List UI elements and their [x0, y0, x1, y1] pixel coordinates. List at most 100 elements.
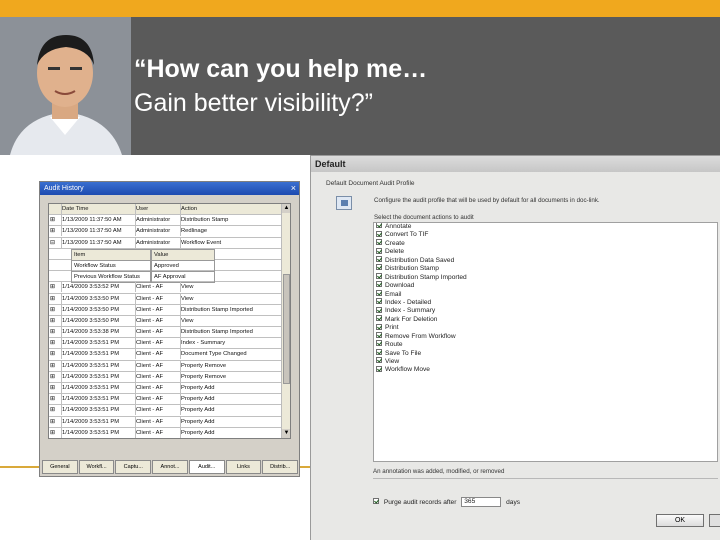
- detail-key: Item: [71, 248, 151, 261]
- tab-links[interactable]: Links: [225, 460, 262, 474]
- grid-header-row[interactable]: Date Time User Action: [49, 204, 290, 216]
- table-row[interactable]: ⊞ 1/13/2009 11:37:50 AM Administrator Redli…: [49, 226, 290, 238]
- expand-toggle-icon[interactable]: ⊞: [50, 417, 60, 427]
- action-checkbox[interactable]: [376, 230, 382, 237]
- list-item[interactable]: Distribution Stamp: [374, 264, 717, 273]
- action-checkbox[interactable]: [376, 357, 382, 364]
- list-item[interactable]: Index - Detailed: [374, 298, 717, 307]
- expand-toggle-icon[interactable]: ⊞: [50, 372, 60, 382]
- tab-workfl[interactable]: Workfl...: [78, 460, 115, 474]
- list-item[interactable]: Download: [374, 281, 717, 290]
- action-label: Print: [385, 324, 399, 332]
- grid-cell: Client - AF: [135, 327, 177, 338]
- table-row[interactable]: ⊞ 1/14/2009 3:53:50 PM Client - AF View: [49, 293, 290, 305]
- cancel-button-edge[interactable]: [709, 514, 720, 527]
- table-row[interactable]: ⊞ 1/14/2009 3:53:51 PM Client - AF Index - …: [49, 338, 290, 350]
- list-item[interactable]: Annotate: [374, 223, 717, 231]
- table-row[interactable]: ⊞ 1/14/2009 3:53:51 PM Client - AF Property…: [49, 416, 290, 428]
- ok-button[interactable]: OK: [656, 514, 704, 527]
- action-checkbox[interactable]: [376, 264, 382, 271]
- action-checkbox[interactable]: [376, 348, 382, 355]
- action-checkbox[interactable]: [376, 331, 382, 338]
- list-item[interactable]: Workflow Move: [374, 365, 717, 374]
- close-icon[interactable]: ×: [291, 182, 296, 195]
- expand-toggle-icon[interactable]: ⊞: [50, 282, 60, 292]
- list-item[interactable]: Save To File: [374, 348, 717, 358]
- table-row[interactable]: ⊞ 1/14/2009 3:53:38 PM Client - AF Distribu…: [49, 327, 290, 339]
- expand-toggle-icon[interactable]: ⊞: [50, 394, 60, 404]
- table-row[interactable]: ⊞ 1/14/2009 3:53:51 PM Client - AF Property…: [49, 427, 290, 438]
- list-item[interactable]: Email: [374, 289, 717, 299]
- table-row[interactable]: ⊟ 1/13/2009 11:37:50 AM Administrator Workf…: [49, 237, 290, 249]
- expand-toggle-icon[interactable]: ⊞: [50, 305, 60, 315]
- action-checkbox[interactable]: [376, 239, 382, 246]
- table-row[interactable]: ⊞ 1/14/2009 3:53:51 PM Client - AF Property…: [49, 383, 290, 395]
- audit-grid-scrollbar[interactable]: ▲ ▼: [281, 204, 290, 438]
- action-checkbox[interactable]: [376, 256, 382, 262]
- grid-cell: 1/14/2009 3:53:50 PM: [61, 293, 133, 304]
- expand-toggle-icon[interactable]: ⊞: [50, 327, 60, 337]
- purge-checkbox[interactable]: [373, 498, 379, 504]
- expand-toggle-icon[interactable]: ⊞: [50, 383, 60, 393]
- detail-key: Previous Workflow Status: [71, 271, 151, 284]
- grid-cell: Administrator: [135, 237, 177, 248]
- header-divider: [0, 155, 310, 157]
- table-row[interactable]: ⊞ 1/14/2009 3:53:50 PM Client - AF View: [49, 315, 290, 328]
- tab-distrib[interactable]: Distrib...: [262, 460, 299, 474]
- expand-toggle-icon[interactable]: ⊟: [50, 238, 60, 248]
- expand-toggle-icon[interactable]: ⊞: [50, 349, 60, 359]
- scroll-up-icon[interactable]: ▲: [282, 204, 290, 213]
- action-checkbox[interactable]: [376, 298, 382, 305]
- purge-days-input[interactable]: 365: [461, 497, 502, 507]
- tab-general[interactable]: General: [42, 460, 78, 474]
- scroll-down-icon[interactable]: ▼: [282, 429, 290, 438]
- action-label: Index - Detailed: [385, 298, 432, 306]
- action-checkbox[interactable]: [376, 223, 382, 229]
- action-checkbox[interactable]: [376, 340, 382, 347]
- expand-toggle-icon[interactable]: ⊞: [50, 294, 60, 304]
- tab-annot[interactable]: Annot...: [152, 460, 188, 474]
- list-item[interactable]: Print: [374, 323, 717, 332]
- tab-captu[interactable]: Captu...: [115, 460, 152, 474]
- detail-value: Value: [151, 248, 215, 261]
- table-row[interactable]: ⊞ 1/14/2009 3:53:51 PM Client - AF Property…: [49, 405, 290, 417]
- action-checkbox[interactable]: [376, 289, 382, 296]
- list-item[interactable]: View: [374, 357, 717, 366]
- scroll-thumb[interactable]: [283, 274, 290, 384]
- action-checkbox[interactable]: [376, 365, 382, 372]
- grid-cell: Date Time: [61, 204, 133, 214]
- action-checkbox[interactable]: [376, 281, 382, 288]
- table-row[interactable]: ⊞ 1/14/2009 3:53:52 PM Client - AF View: [49, 282, 290, 294]
- action-checkbox[interactable]: [376, 323, 382, 330]
- expand-toggle-icon[interactable]: ⊞: [50, 428, 60, 438]
- list-item[interactable]: Route: [374, 340, 717, 349]
- list-item[interactable]: Delete: [374, 247, 717, 256]
- list-item[interactable]: Mark For Deletion: [374, 315, 717, 324]
- expand-toggle-icon[interactable]: ⊞: [50, 338, 60, 348]
- expand-toggle-icon[interactable]: ⊞: [50, 226, 60, 236]
- action-checkbox[interactable]: [376, 247, 382, 254]
- action-checkbox[interactable]: [376, 306, 382, 313]
- list-item[interactable]: Remove From Workflow: [374, 331, 717, 341]
- grid-cell: User: [135, 204, 177, 214]
- expand-toggle-icon[interactable]: ⊞: [50, 405, 60, 415]
- expand-toggle-icon[interactable]: ⊞: [50, 361, 60, 371]
- action-checkbox[interactable]: [376, 272, 382, 279]
- list-item[interactable]: Convert To TIF: [374, 230, 717, 239]
- list-item[interactable]: Distribution Stamp Imported: [374, 272, 717, 282]
- expand-toggle-icon[interactable]: ⊞: [50, 215, 60, 225]
- table-row[interactable]: ⊞ 1/14/2009 3:53:51 PM Client - AF Property…: [49, 360, 290, 372]
- table-row[interactable]: ⊞ 1/13/2009 11:37:50 AM Administrator Distr…: [49, 215, 290, 227]
- table-row[interactable]: ⊞ 1/14/2009 3:53:50 PM Client - AF Distribu…: [49, 304, 290, 316]
- table-row[interactable]: ⊞ 1/14/2009 3:53:51 PM Client - AF Property…: [49, 394, 290, 406]
- list-item[interactable]: Index - Summary: [374, 306, 717, 315]
- expand-toggle-icon[interactable]: ⊞: [50, 316, 60, 326]
- table-row[interactable]: ⊞ 1/14/2009 3:53:51 PM Client - AF Property…: [49, 371, 290, 383]
- tab-audit[interactable]: Audit...: [188, 460, 225, 474]
- action-checkbox[interactable]: [376, 315, 382, 322]
- note-divider: [373, 478, 718, 479]
- detail-header-row: Item Value: [49, 248, 290, 261]
- list-item[interactable]: Distribution Data Saved: [374, 256, 717, 265]
- table-row[interactable]: ⊞ 1/14/2009 3:53:51 PM Client - AF Document…: [49, 349, 290, 361]
- list-item[interactable]: Create: [374, 239, 717, 248]
